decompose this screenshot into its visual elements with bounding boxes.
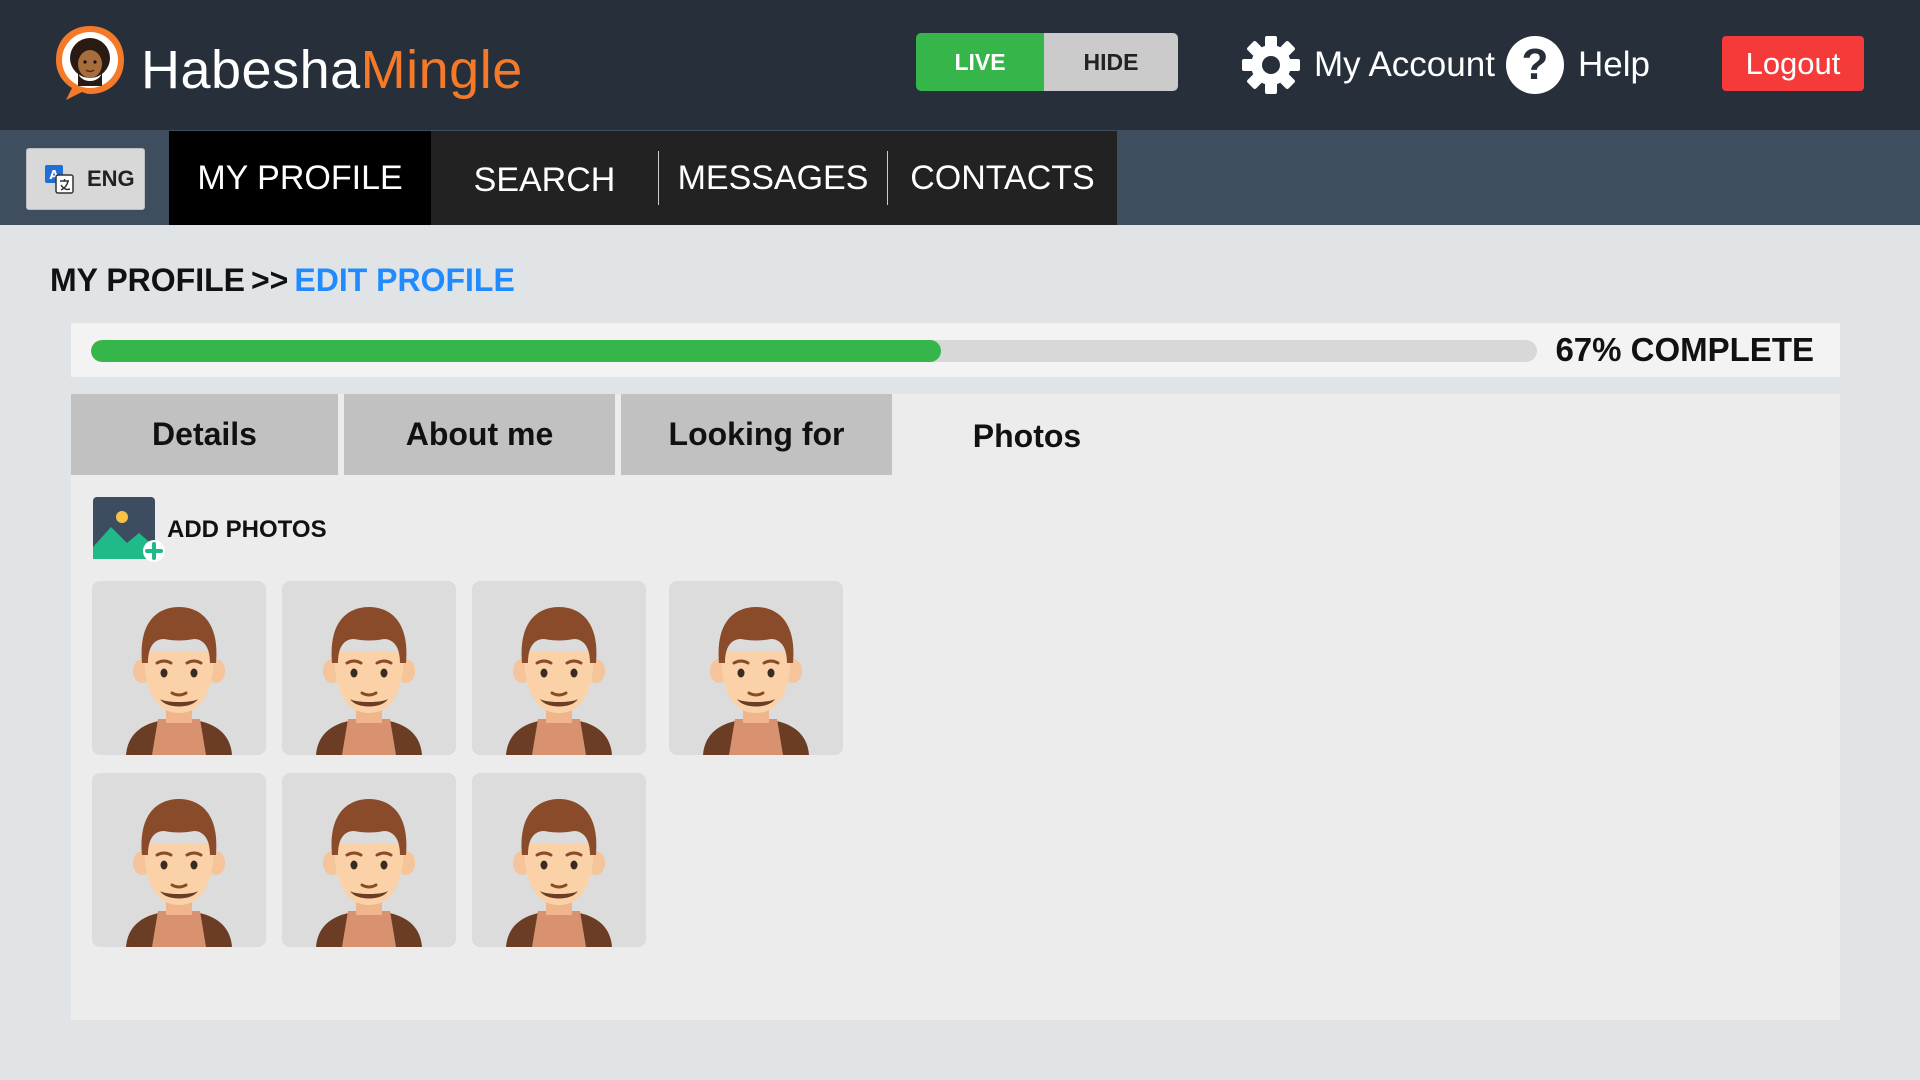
male-avatar-icon bbox=[703, 607, 809, 755]
progress-fill bbox=[91, 340, 942, 362]
breadcrumb-current: EDIT PROFILE bbox=[294, 262, 515, 298]
photo-thumbnail[interactable] bbox=[669, 581, 843, 755]
add-photo-icon bbox=[93, 497, 165, 562]
language-selector[interactable]: A ENG bbox=[26, 148, 145, 210]
tab-about-me[interactable]: About me bbox=[344, 394, 615, 475]
my-account-label: My Account bbox=[1314, 45, 1495, 84]
male-avatar-icon bbox=[126, 799, 232, 947]
logout-button[interactable]: Logout bbox=[1722, 36, 1864, 91]
my-account-link[interactable]: My Account bbox=[1240, 34, 1495, 96]
male-avatar-icon bbox=[126, 607, 232, 755]
help-link[interactable]: ? Help bbox=[1506, 34, 1650, 96]
help-label: Help bbox=[1578, 45, 1650, 84]
photo-thumbnail[interactable] bbox=[282, 581, 456, 755]
progress-label: 67% COMPLETE bbox=[1555, 331, 1814, 368]
translate-icon: A bbox=[45, 165, 74, 194]
tab-search[interactable]: SEARCH bbox=[431, 131, 658, 225]
photo-thumbnail[interactable] bbox=[92, 581, 266, 755]
nav-tabs: MY PROFILE SEARCH MESSAGES CONTACTS bbox=[169, 131, 1117, 225]
logo-icon bbox=[56, 26, 124, 100]
male-avatar-icon bbox=[506, 799, 612, 947]
male-avatar-icon bbox=[506, 607, 612, 755]
photo-thumbnail[interactable] bbox=[282, 773, 456, 947]
breadcrumb-separator: >> bbox=[250, 262, 289, 298]
tab-contacts[interactable]: CONTACTS bbox=[888, 131, 1117, 225]
brand-name[interactable]: HabeshaMingle bbox=[141, 40, 523, 100]
visibility-toggle: LIVE HIDE bbox=[916, 33, 1178, 91]
tab-looking-for[interactable]: Looking for bbox=[621, 394, 892, 475]
gear-icon bbox=[1242, 36, 1300, 94]
photo-thumbnail[interactable] bbox=[92, 773, 266, 947]
photo-thumbnail[interactable] bbox=[472, 581, 646, 755]
language-label: ENG bbox=[87, 166, 135, 191]
breadcrumb: MY PROFILE >> EDIT PROFILE bbox=[50, 262, 515, 299]
profile-completion: 67% COMPLETE bbox=[71, 323, 1840, 377]
add-photos-label: ADD PHOTOS bbox=[167, 516, 327, 543]
tab-my-profile[interactable]: MY PROFILE bbox=[169, 131, 431, 225]
live-button[interactable]: LIVE bbox=[916, 33, 1044, 91]
brand-name-part2: Mingle bbox=[360, 40, 523, 100]
male-avatar-icon bbox=[316, 607, 422, 755]
add-photos-button[interactable]: ADD PHOTOS bbox=[93, 497, 327, 563]
tab-photos[interactable]: Photos bbox=[892, 394, 1162, 475]
tab-messages[interactable]: MESSAGES bbox=[659, 131, 887, 225]
brand-name-part1: Habesha bbox=[141, 40, 361, 100]
photo-thumbnail[interactable] bbox=[472, 773, 646, 947]
question-circle-icon: ? bbox=[1506, 36, 1564, 94]
breadcrumb-root[interactable]: MY PROFILE bbox=[50, 262, 245, 298]
male-avatar-icon bbox=[316, 799, 422, 947]
tab-details[interactable]: Details bbox=[71, 394, 338, 475]
progress-track bbox=[91, 340, 1537, 362]
hide-button[interactable]: HIDE bbox=[1044, 33, 1178, 91]
